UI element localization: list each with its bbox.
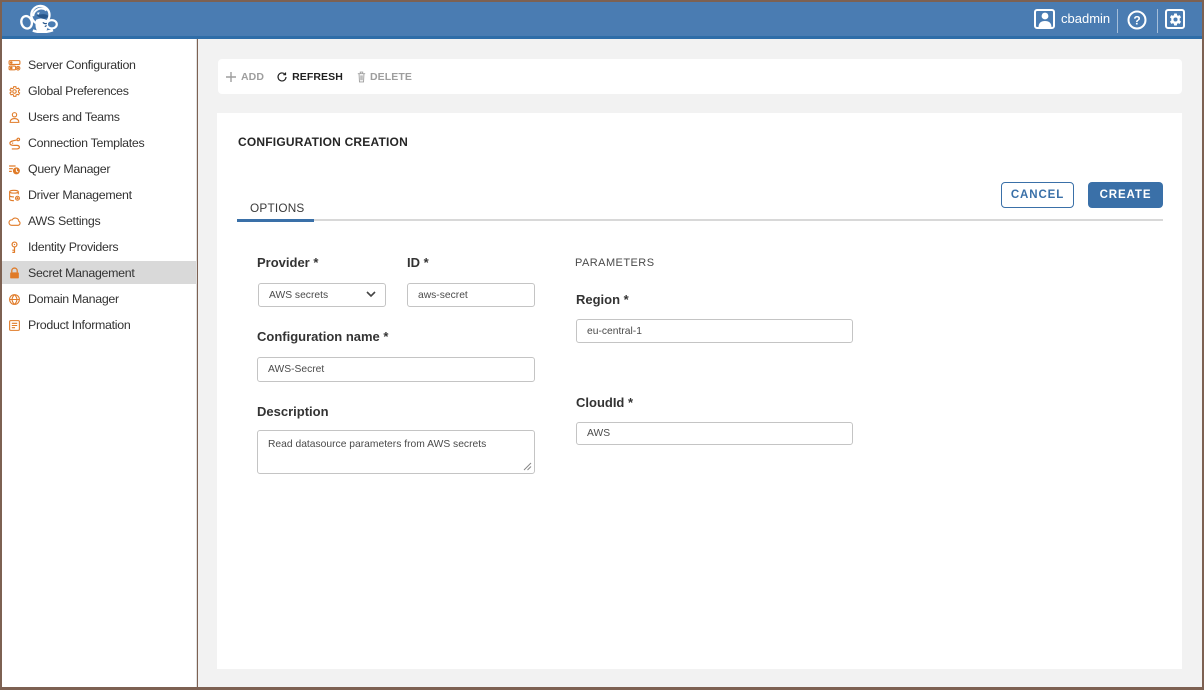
svg-text:?: ? bbox=[1133, 13, 1140, 27]
